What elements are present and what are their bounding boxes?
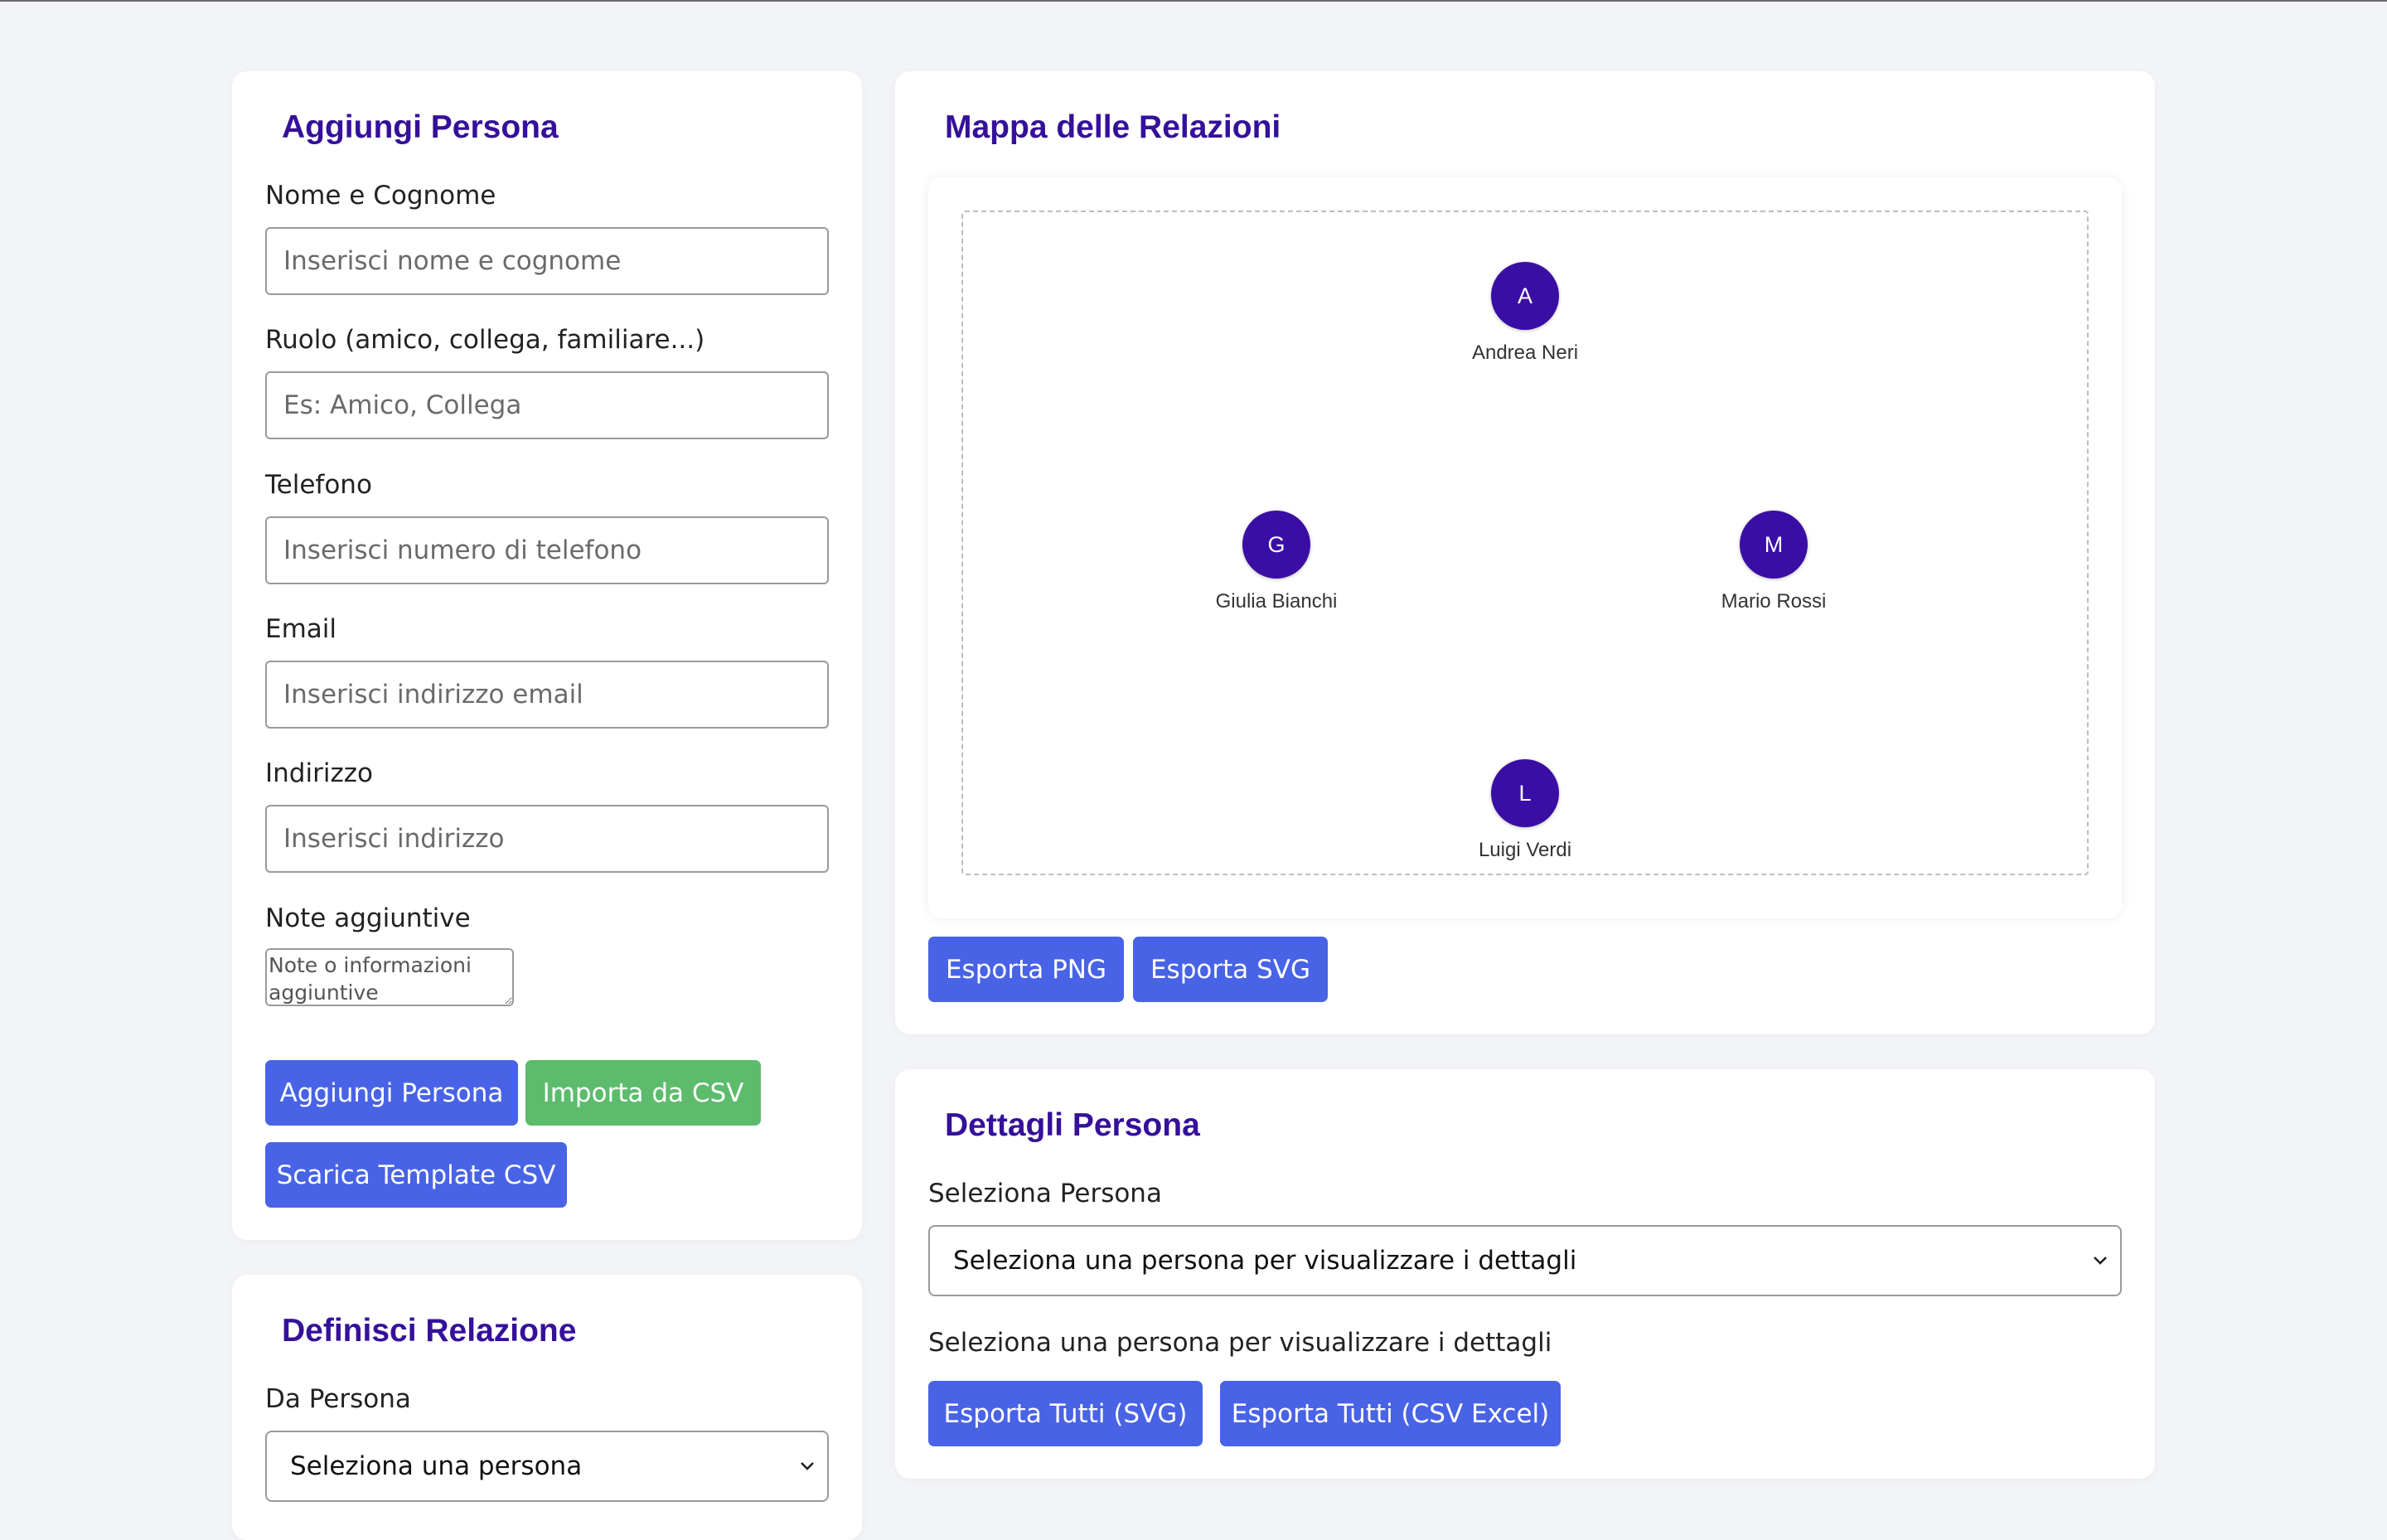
address-label: Indirizzo bbox=[265, 758, 373, 788]
node-avatar: L bbox=[1491, 759, 1559, 827]
node-avatar: M bbox=[1740, 511, 1808, 579]
name-input[interactable] bbox=[265, 227, 829, 295]
from-person-select-value: Seleziona una persona bbox=[290, 1451, 583, 1481]
node-label: Luigi Verdi bbox=[1478, 839, 1572, 861]
add-person-card: Aggiungi Persona Nome e Cognome Ruolo (a… bbox=[232, 71, 862, 1240]
role-input[interactable] bbox=[265, 371, 829, 439]
add-person-title: Aggiungi Persona bbox=[282, 109, 559, 145]
relation-map-card: Mappa delle Relazioni A Andrea Neri G Gi… bbox=[895, 71, 2155, 1034]
email-label: Email bbox=[265, 614, 337, 644]
notes-label: Note aggiuntive bbox=[265, 903, 471, 933]
node-avatar: G bbox=[1242, 511, 1310, 579]
person-details-empty-message: Seleziona una persona per visualizzare i… bbox=[928, 1328, 1552, 1358]
relation-map-title: Mappa delle Relazioni bbox=[945, 109, 1281, 145]
person-details-title: Dettagli Persona bbox=[945, 1107, 1200, 1143]
relation-map-area[interactable]: A Andrea Neri G Giulia Bianchi M Mario R… bbox=[961, 211, 2089, 875]
role-label: Ruolo (amico, collega, familiare...) bbox=[265, 325, 705, 355]
address-input[interactable] bbox=[265, 805, 829, 873]
person-details-card: Dettagli Persona Seleziona Persona Selez… bbox=[895, 1069, 2155, 1479]
phone-label: Telefono bbox=[265, 470, 372, 500]
map-node[interactable]: A Andrea Neri bbox=[1401, 262, 1649, 365]
export-svg-button[interactable]: Esporta SVG bbox=[1133, 937, 1328, 1002]
phone-input[interactable] bbox=[265, 516, 829, 584]
node-label: Mario Rossi bbox=[1721, 590, 1827, 613]
chevron-down-icon bbox=[801, 1462, 814, 1470]
relation-map-canvas: A Andrea Neri G Giulia Bianchi M Mario R… bbox=[928, 177, 2122, 918]
node-label: Andrea Neri bbox=[1471, 341, 1579, 364]
node-label: Giulia Bianchi bbox=[1215, 590, 1338, 613]
add-person-button[interactable]: Aggiungi Persona bbox=[265, 1060, 518, 1126]
map-node[interactable]: L Luigi Verdi bbox=[1401, 759, 1649, 862]
download-csv-template-button[interactable]: Scarica Template CSV bbox=[265, 1142, 567, 1208]
export-all-svg-button[interactable]: Esporta Tutti (SVG) bbox=[928, 1381, 1203, 1446]
define-relation-title: Definisci Relazione bbox=[282, 1313, 577, 1349]
select-person-label: Seleziona Persona bbox=[928, 1179, 1162, 1208]
map-node[interactable]: G Giulia Bianchi bbox=[1152, 511, 1401, 613]
chevron-down-icon bbox=[2094, 1257, 2107, 1265]
email-input[interactable] bbox=[265, 661, 829, 729]
name-label: Nome e Cognome bbox=[265, 181, 496, 211]
from-person-select[interactable]: Seleziona una persona bbox=[265, 1431, 829, 1502]
notes-textarea[interactable] bbox=[265, 948, 514, 1006]
import-csv-button[interactable]: Importa da CSV bbox=[525, 1060, 761, 1126]
export-all-csv-button[interactable]: Esporta Tutti (CSV Excel) bbox=[1220, 1381, 1561, 1446]
from-person-label: Da Persona bbox=[265, 1384, 411, 1414]
select-person-dropdown[interactable]: Seleziona una persona per visualizzare i… bbox=[928, 1225, 2122, 1296]
node-avatar: A bbox=[1491, 262, 1559, 330]
define-relation-card: Definisci Relazione Da Persona Seleziona… bbox=[232, 1275, 862, 1540]
export-png-button[interactable]: Esporta PNG bbox=[928, 937, 1124, 1002]
select-person-value: Seleziona una persona per visualizzare i… bbox=[953, 1246, 1577, 1276]
map-node[interactable]: M Mario Rossi bbox=[1649, 511, 1898, 613]
